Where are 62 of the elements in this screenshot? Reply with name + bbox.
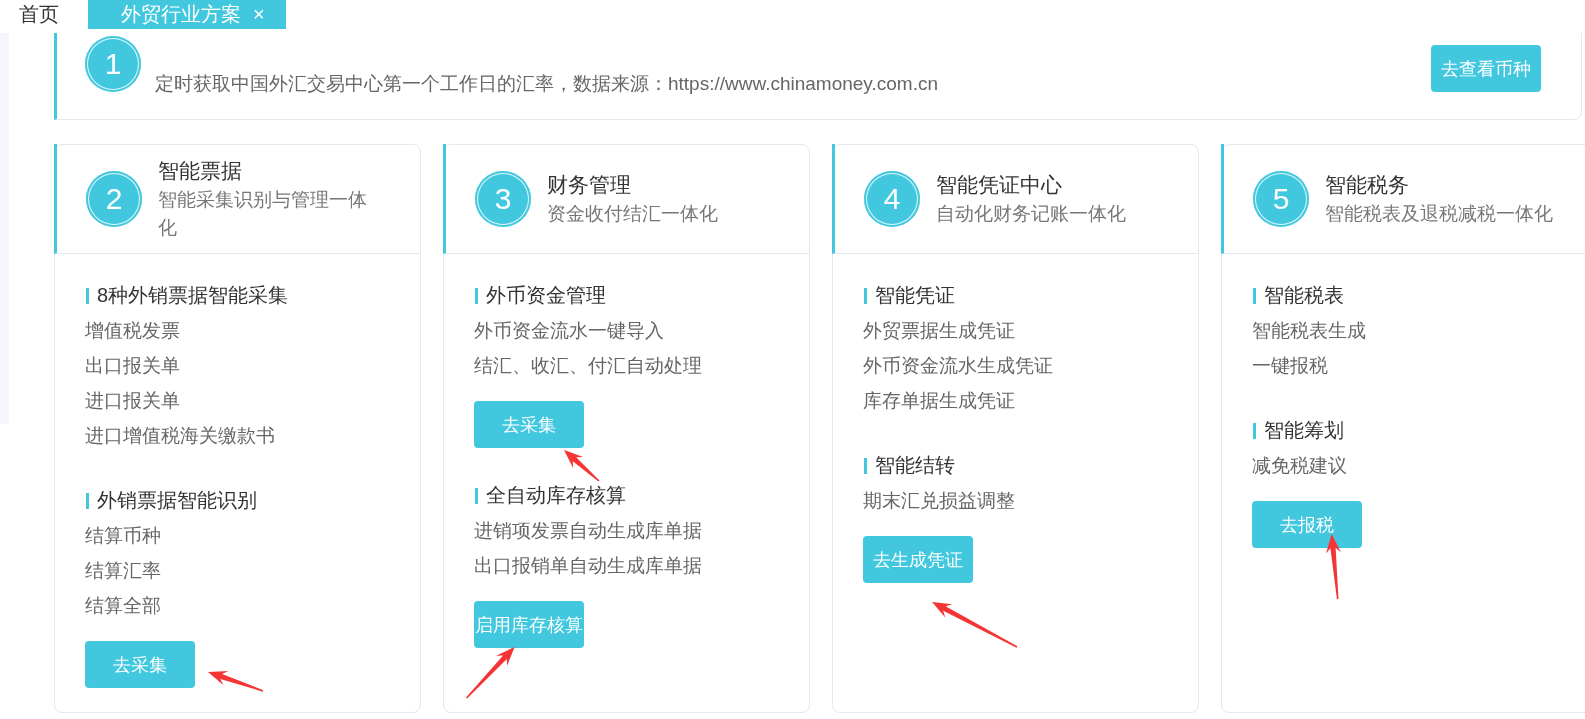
section-title: 全自动库存核算: [486, 483, 626, 508]
list-item: 出口报关单: [85, 354, 181, 378]
list-item: 智能税表生成: [1252, 319, 1367, 343]
tab[interactable]: 外贸行业方案 ×: [88, 0, 286, 29]
card-title: 智能税务: [1325, 171, 1410, 198]
arrow-icon: [466, 647, 515, 699]
section-marker-icon: [475, 487, 478, 504]
arrow-icon: [564, 450, 600, 482]
action-button[interactable]: 启用库存核算: [474, 601, 584, 648]
section-title: 智能凭证: [875, 283, 955, 308]
step-badge: 4: [864, 170, 920, 227]
card-title: 智能票据: [158, 157, 243, 184]
step-badge: 2: [86, 170, 142, 227]
section-title: 智能结转: [875, 453, 955, 478]
close-button[interactable]: ×: [253, 3, 265, 25]
list-item: 结算汇率: [85, 559, 162, 583]
action-button[interactable]: 去报税: [1252, 501, 1362, 548]
list-item: 库存单据生成凭证: [863, 389, 1016, 413]
section-title: 智能筹划: [1264, 418, 1344, 443]
action-button[interactable]: 去生成凭证: [863, 536, 973, 583]
list-item: 外币资金流水生成凭证: [863, 354, 1054, 378]
card-subtitle: 智能采集识别与管理一体化: [158, 187, 368, 240]
list-item: 减免税建议: [1252, 454, 1348, 478]
list-item: 外币资金流水一键导入: [474, 319, 665, 343]
card-title: 财务管理: [547, 171, 632, 198]
section-marker-icon: [86, 492, 89, 509]
action-button[interactable]: 去查看币种: [1431, 45, 1541, 92]
section-title: 外币资金管理: [486, 283, 606, 308]
section-marker-icon: [1253, 422, 1256, 439]
card-title: 智能凭证中心: [936, 171, 1063, 198]
section-title: 智能税表: [1264, 283, 1344, 308]
arrow-icon: [208, 671, 264, 692]
list-item: 一键报税: [1252, 354, 1329, 378]
list-item: 增值税发票: [85, 319, 181, 343]
section-marker-icon: [86, 287, 89, 304]
arrow-icon: [1326, 534, 1342, 600]
section-marker-icon: [475, 287, 478, 304]
section-marker-icon: [864, 287, 867, 304]
action-button[interactable]: 去采集: [474, 401, 584, 448]
list-item: 出口报销单自动生成库单据: [474, 554, 703, 578]
card-subtitle: 资金收付结汇一体化: [547, 201, 718, 226]
list-item: 期末汇兑损益调整: [863, 489, 1016, 513]
action-button[interactable]: 去采集: [85, 641, 195, 688]
list-item: 结算全部: [85, 594, 162, 618]
section-title: 8种外销票据智能采集: [97, 283, 289, 308]
list-item: 进销项发票自动生成库单据: [474, 519, 703, 543]
card-subtitle: 智能税表及退税减税一体化: [1325, 201, 1553, 226]
step-badge: 3: [475, 170, 531, 227]
list-item: 进口增值税海关缴款书: [85, 424, 276, 448]
list-item: 结汇、收汇、付汇自动处理: [474, 354, 703, 378]
section-marker-icon: [1253, 287, 1256, 304]
card-subtitle: 自动化财务记账一体化: [936, 201, 1126, 226]
tab[interactable]: 首页: [0, 0, 88, 29]
list-item: 外贸票据生成凭证: [863, 319, 1016, 343]
step-badge: 1: [85, 36, 141, 92]
list-item: 进口报关单: [85, 389, 181, 413]
description-text: 定时获取中国外汇交易中心第一个工作日的汇率，数据来源：https://www.chinamoney.com.cn: [155, 72, 938, 96]
list-item: 结算币种: [85, 524, 162, 548]
section-title: 外销票据智能识别: [97, 488, 257, 513]
arrow-icon: [932, 602, 1018, 648]
section-marker-icon: [864, 457, 867, 474]
step-badge: 5: [1253, 170, 1309, 227]
